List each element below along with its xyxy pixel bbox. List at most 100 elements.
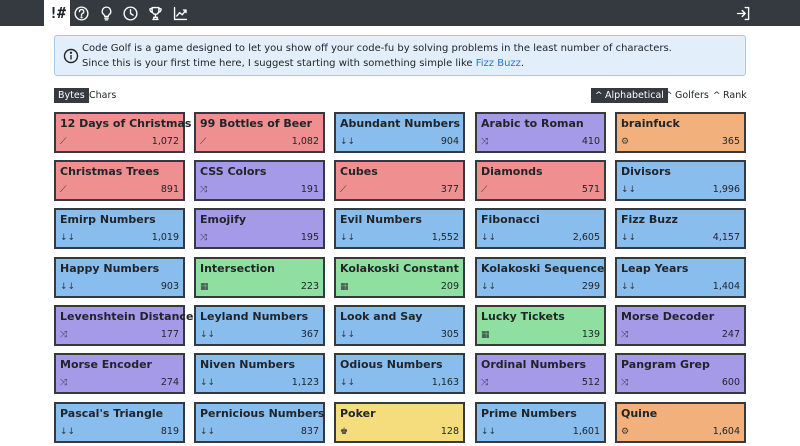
hole-category-icon: ⟋ xyxy=(200,137,207,147)
hole-card[interactable]: Christmas Trees ⟋ 891 xyxy=(54,160,185,201)
hole-solution-count: 600 xyxy=(721,377,740,388)
hole-card[interactable]: Kolakoski Constant ▦ 209 xyxy=(334,257,465,298)
hole-solution-count: 139 xyxy=(581,329,600,340)
hole-category-icon: ⤨ xyxy=(621,330,629,340)
hole-card[interactable]: Pernicious Numbers ↓↓ 837 xyxy=(194,402,325,443)
hole-category-icon: ▦ xyxy=(340,282,349,292)
notice-text: Code Golf is a game designed to let you … xyxy=(82,43,672,54)
hole-solution-count: 299 xyxy=(581,281,600,292)
hole-card[interactable]: Niven Numbers ↓↓ 1,123 xyxy=(194,353,325,394)
hole-card[interactable]: Emirp Numbers ↓↓ 1,019 xyxy=(54,208,185,249)
hole-card[interactable]: Cubes ⟋ 377 xyxy=(334,160,465,201)
scoring-chars-toggle[interactable]: Chars xyxy=(85,88,120,103)
hole-name: Kolakoski Sequence xyxy=(481,262,605,275)
hole-name: Emirp Numbers xyxy=(60,213,156,226)
hole-card[interactable]: 99 Bottles of Beer ⟋ 1,082 xyxy=(194,112,325,153)
hole-card[interactable]: Happy Numbers ↓↓ 903 xyxy=(54,257,185,298)
hole-category-icon: ↓↓ xyxy=(60,282,76,292)
hole-card[interactable]: CSS Colors ⤨ 191 xyxy=(194,160,325,201)
hole-name: Pangram Grep xyxy=(621,358,710,371)
clock-icon[interactable] xyxy=(118,0,142,26)
hole-category-icon: ⤨ xyxy=(621,378,629,388)
sort-caret-icon: ^ xyxy=(595,90,603,101)
hole-card[interactable]: 12 Days of Christmas ⟋ 1,072 xyxy=(54,112,191,153)
hole-name: Divisors xyxy=(621,165,671,178)
hole-card[interactable]: Levenshtein Distance ⤨ 177 xyxy=(54,305,193,346)
lightbulb-icon[interactable] xyxy=(94,0,118,26)
hole-solution-count: 512 xyxy=(581,377,600,388)
hole-card[interactable]: Leap Years ↓↓ 1,404 xyxy=(615,257,746,298)
hole-category-icon: ⟋ xyxy=(340,185,347,195)
hole-card[interactable]: Fibonacci ↓↓ 2,605 xyxy=(475,208,606,249)
hole-solution-count: 209 xyxy=(440,281,459,292)
sort-golfers-toggle[interactable]: ^ Golfers xyxy=(661,88,713,103)
hole-name: Fibonacci xyxy=(481,213,540,226)
hole-card[interactable]: brainfuck ⚙ 365 xyxy=(615,112,746,153)
hole-card[interactable]: Odious Numbers ↓↓ 1,163 xyxy=(334,353,465,394)
hole-solution-count: 891 xyxy=(160,184,179,195)
hole-solution-count: 195 xyxy=(300,232,319,243)
hole-card[interactable]: Ordinal Numbers ⤨ 512 xyxy=(475,353,606,394)
notice-suggestion: Since this is your first time here, I su… xyxy=(82,58,524,69)
hole-category-icon: ↓↓ xyxy=(200,427,216,437)
hole-card[interactable]: Arabic to Roman ⤨ 410 xyxy=(475,112,606,153)
hole-solution-count: 274 xyxy=(160,377,179,388)
hole-card[interactable]: Morse Decoder ⤨ 247 xyxy=(615,305,746,346)
hole-solution-count: 1,552 xyxy=(431,232,459,243)
hole-category-icon: ↓↓ xyxy=(200,330,216,340)
hole-name: Diamonds xyxy=(481,165,543,178)
hole-card[interactable]: Pascal's Triangle ↓↓ 819 xyxy=(54,402,185,443)
hole-solution-count: 367 xyxy=(300,329,319,340)
trophy-icon[interactable] xyxy=(143,0,167,26)
hole-solution-count: 903 xyxy=(160,281,179,292)
hole-card[interactable]: Poker ♚ 128 xyxy=(334,402,465,443)
login-icon[interactable] xyxy=(731,0,755,26)
hole-name: Kolakoski Constant xyxy=(340,262,459,275)
hole-card[interactable]: Emojify ⤨ 195 xyxy=(194,208,325,249)
hole-category-icon: ▦ xyxy=(200,282,209,292)
hole-card[interactable]: Kolakoski Sequence ↓↓ 299 xyxy=(475,257,606,298)
hole-card[interactable]: Fizz Buzz ↓↓ 4,157 xyxy=(615,208,746,249)
hole-card[interactable]: Morse Encoder ⤨ 274 xyxy=(54,353,185,394)
hole-category-icon: ↓↓ xyxy=(481,233,497,243)
hole-name: Morse Encoder xyxy=(60,358,152,371)
hole-category-icon: ▦ xyxy=(481,330,490,340)
hole-card[interactable]: Lucky Tickets ▦ 139 xyxy=(475,305,606,346)
hole-category-icon: ⤨ xyxy=(481,378,489,388)
hole-category-icon: ⟋ xyxy=(60,137,67,147)
hole-card[interactable]: Look and Say ↓↓ 305 xyxy=(334,305,465,346)
hole-category-icon: ⤨ xyxy=(481,137,489,147)
hole-solution-count: 1,404 xyxy=(712,281,740,292)
hole-category-icon: ⚙ xyxy=(621,137,630,147)
sort-alphabetical-toggle[interactable]: ^ Alphabetical xyxy=(591,88,668,103)
hole-solution-count: 1,163 xyxy=(431,377,459,388)
hole-card[interactable]: Diamonds ⟋ 571 xyxy=(475,160,606,201)
sort-rank-toggle[interactable]: ^ Rank xyxy=(709,88,751,103)
hole-name: Odious Numbers xyxy=(340,358,443,371)
hole-name: Leap Years xyxy=(621,262,689,275)
hole-solution-count: 1,996 xyxy=(712,184,740,195)
hole-card[interactable]: Abundant Numbers ↓↓ 904 xyxy=(334,112,465,153)
hole-card[interactable]: Divisors ↓↓ 1,996 xyxy=(615,160,746,201)
hole-solution-count: 365 xyxy=(721,136,740,147)
hole-name: Levenshtein Distance xyxy=(60,310,194,323)
hole-card[interactable]: Evil Numbers ↓↓ 1,552 xyxy=(334,208,465,249)
hole-solution-count: 223 xyxy=(300,281,319,292)
help-icon[interactable] xyxy=(69,0,93,26)
hole-name: Morse Decoder xyxy=(621,310,715,323)
hole-name: Look and Say xyxy=(340,310,423,323)
info-icon xyxy=(63,48,79,64)
home-logo[interactable]: !# xyxy=(44,0,70,26)
intro-notice: Code Golf is a game designed to let you … xyxy=(54,35,746,76)
hole-card[interactable]: Intersection ▦ 223 xyxy=(194,257,325,298)
hole-name: Intersection xyxy=(200,262,276,275)
hole-solution-count: 1,123 xyxy=(291,377,319,388)
hole-card[interactable]: Leyland Numbers ↓↓ 367 xyxy=(194,305,325,346)
hole-card[interactable]: Quine ⚙ 1,604 xyxy=(615,402,746,443)
scoring-bytes-toggle[interactable]: Bytes xyxy=(54,88,89,103)
fizz-buzz-link[interactable]: Fizz Buzz xyxy=(476,58,521,69)
hole-card[interactable]: Pangram Grep ⤨ 600 xyxy=(615,353,746,394)
hole-name: Poker xyxy=(340,407,376,420)
hole-card[interactable]: Prime Numbers ↓↓ 1,601 xyxy=(475,402,606,443)
chart-icon[interactable] xyxy=(168,0,192,26)
